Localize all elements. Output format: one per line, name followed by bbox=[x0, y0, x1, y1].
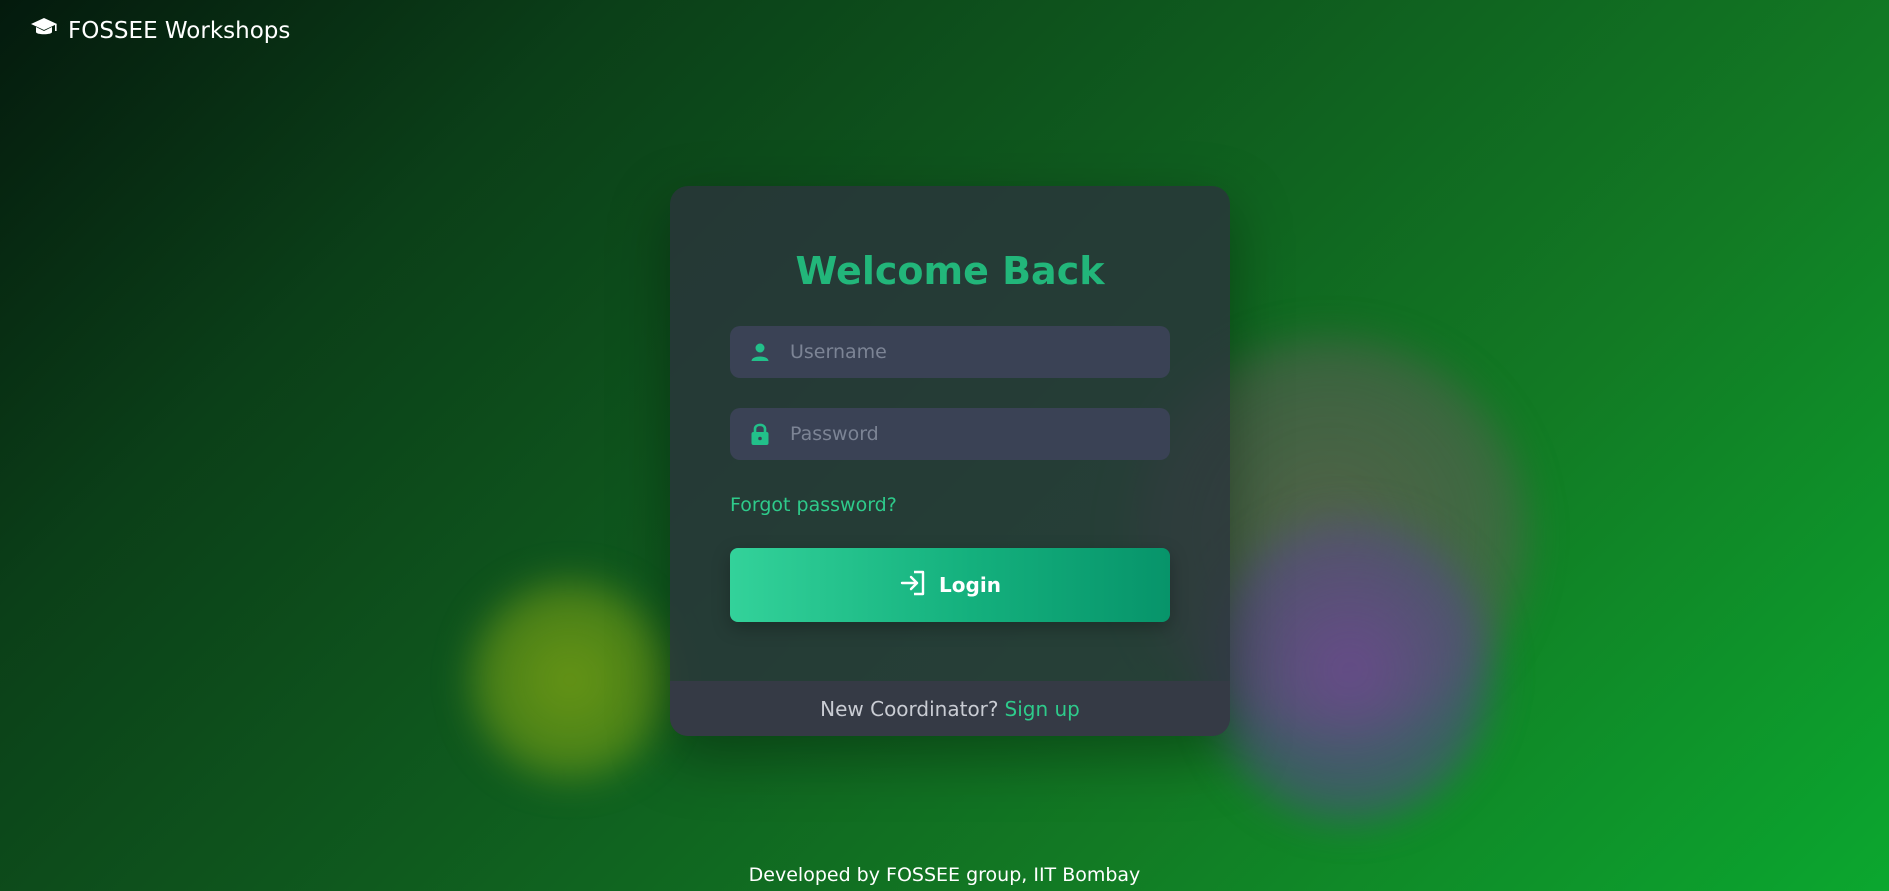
lock-icon bbox=[730, 422, 790, 446]
login-title: Welcome Back bbox=[795, 249, 1105, 293]
signup-link[interactable]: Sign up bbox=[1005, 697, 1080, 721]
login-button[interactable]: Login bbox=[730, 548, 1170, 622]
username-field bbox=[730, 326, 1170, 378]
username-input[interactable] bbox=[790, 326, 1170, 378]
password-field bbox=[730, 408, 1170, 460]
page-footer: Developed by FOSSEE group, IIT Bombay bbox=[748, 864, 1141, 886]
login-button-label: Login bbox=[939, 573, 1001, 597]
graduation-cap-icon bbox=[30, 16, 58, 46]
password-input[interactable] bbox=[790, 408, 1170, 460]
signup-prompt-text: New Coordinator? bbox=[820, 696, 999, 721]
decorative-orb-yellow bbox=[470, 580, 670, 780]
user-icon bbox=[730, 342, 790, 362]
decorative-orb-purple bbox=[1205, 515, 1495, 825]
sign-in-icon bbox=[899, 569, 927, 602]
brand-link[interactable]: FOSSEE Workshops bbox=[30, 16, 290, 46]
forgot-password-link[interactable]: Forgot password? bbox=[730, 494, 897, 516]
signup-prompt: New Coordinator? Sign up bbox=[670, 681, 1230, 736]
brand-name: FOSSEE Workshops bbox=[68, 18, 291, 44]
login-card: Welcome Back Forgot password? bbox=[670, 186, 1230, 736]
